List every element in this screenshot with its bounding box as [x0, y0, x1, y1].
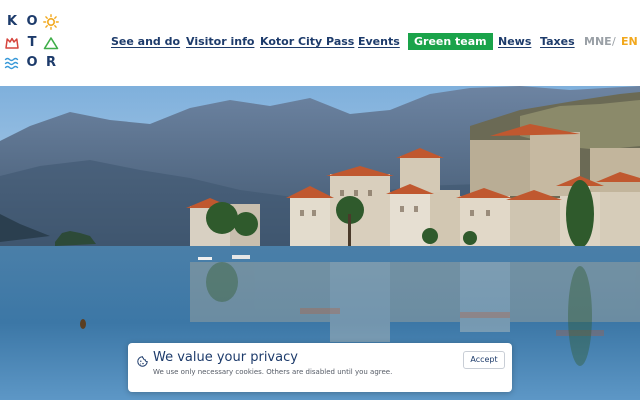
site-header: K O T O R See and do Visitor info Kotor … — [0, 0, 640, 86]
lang-separator: / — [612, 35, 616, 48]
logo-letter-o2: O — [26, 55, 38, 70]
nav-news[interactable]: News — [498, 34, 531, 50]
nav-taxes[interactable]: Taxes — [540, 34, 575, 50]
kotor-logo[interactable]: K O T O R — [4, 14, 60, 72]
accept-cookies-button[interactable]: Accept — [463, 351, 505, 369]
nav-kotor-city-pass[interactable]: Kotor City Pass — [260, 34, 354, 50]
cookie-description: We use only necessary cookies. Others ar… — [153, 368, 393, 376]
nav-events[interactable]: Events — [358, 34, 400, 50]
nav-visitor-info[interactable]: Visitor info — [186, 34, 254, 50]
cookie-icon — [137, 352, 148, 367]
nav-green-team[interactable]: Green team — [408, 33, 493, 50]
logo-letter-k: K — [6, 14, 18, 29]
cookie-consent-banner: We value your privacy We use only necess… — [128, 343, 512, 392]
lang-mne[interactable]: MNE — [584, 34, 612, 50]
logo-letter-o: O — [26, 14, 38, 29]
logo-letter-t: T — [27, 35, 37, 50]
crown-icon — [4, 35, 20, 51]
nav-see-and-do[interactable]: See and do — [111, 34, 180, 50]
lang-en[interactable]: EN — [621, 34, 638, 50]
mountain-icon — [43, 35, 59, 51]
waves-icon — [4, 55, 20, 71]
sun-icon — [43, 14, 59, 30]
logo-letter-r: R — [45, 55, 56, 70]
cookie-title: We value your privacy — [153, 350, 298, 365]
